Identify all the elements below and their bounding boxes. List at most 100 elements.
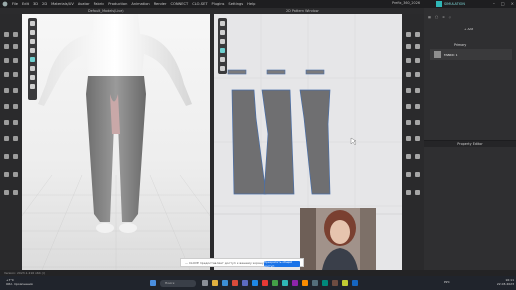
- tool-r-10-icon[interactable]: [415, 88, 420, 93]
- tool-r-20-icon[interactable]: [415, 172, 420, 177]
- close-icon[interactable]: ×: [511, 1, 514, 6]
- edge-icon[interactable]: [222, 280, 228, 286]
- app-icon-9[interactable]: [292, 280, 298, 286]
- file-explorer-icon[interactable]: [212, 280, 218, 286]
- clo3d-icon[interactable]: [282, 280, 288, 286]
- tool-r-19-icon[interactable]: [406, 172, 411, 177]
- tool-2d-polygon-icon[interactable]: [220, 39, 225, 44]
- tool-r-5-icon[interactable]: [406, 58, 411, 63]
- tool-r-9-icon[interactable]: [406, 88, 411, 93]
- 3d-garment-viewport[interactable]: [22, 14, 210, 270]
- tool-r-6-icon[interactable]: [415, 58, 420, 63]
- tool-trim-icon[interactable]: [13, 120, 18, 125]
- tool-button-icon[interactable]: [4, 88, 9, 93]
- tool-r-7-icon[interactable]: [406, 72, 411, 77]
- tool-3d-move-icon[interactable]: [30, 30, 35, 35]
- tool-snapshot-icon[interactable]: [13, 172, 18, 177]
- tool-r-11-icon[interactable]: [406, 104, 411, 109]
- tool-r-16-icon[interactable]: [415, 136, 420, 141]
- chrome-icon[interactable]: [232, 280, 238, 286]
- start-icon[interactable]: [150, 280, 156, 286]
- maximize-icon[interactable]: □: [501, 1, 505, 6]
- input-language[interactable]: РУС: [444, 280, 450, 284]
- excel-icon[interactable]: [272, 280, 278, 286]
- tool-2d-sew-icon[interactable]: [220, 66, 225, 71]
- tool-pin-icon[interactable]: [13, 44, 18, 49]
- add-fabric-button[interactable]: + Add: [464, 27, 473, 31]
- tool-r-22-icon[interactable]: [415, 190, 420, 195]
- tab-fabric-icon[interactable]: ▦: [428, 15, 431, 19]
- tool-3d-active-icon[interactable]: [30, 57, 35, 62]
- tool-sew-icon[interactable]: [4, 58, 9, 63]
- tool-zipper-icon[interactable]: [13, 88, 18, 93]
- tool-r-8-icon[interactable]: [415, 72, 420, 77]
- tool-move-icon[interactable]: [13, 32, 18, 37]
- menu-render[interactable]: Render: [154, 2, 167, 6]
- tool-2d-active-icon[interactable]: [220, 48, 225, 53]
- tab-button-icon[interactable]: ◯: [435, 15, 438, 19]
- menu-connect[interactable]: CONNECT: [170, 2, 188, 6]
- menu-help[interactable]: Help: [247, 2, 255, 6]
- tool-texture-icon[interactable]: [13, 72, 18, 77]
- colorway-primary-label[interactable]: Primary: [454, 43, 466, 47]
- tool-3d-pin-icon[interactable]: [30, 48, 35, 53]
- fabric-list-item[interactable]: FABRIC 1: [430, 49, 512, 60]
- tool-3d-texture-icon[interactable]: [30, 75, 35, 80]
- menu-fabric[interactable]: Fabric: [94, 2, 105, 6]
- tool-layer-icon[interactable]: [4, 190, 9, 195]
- tool-arrange-icon[interactable]: [13, 58, 18, 63]
- menu-3d[interactable]: 3D: [33, 2, 38, 6]
- tool-r-12-icon[interactable]: [415, 104, 420, 109]
- tool-r-3-icon[interactable]: [406, 44, 411, 49]
- tool-grid-icon[interactable]: [4, 154, 9, 159]
- tool-r-13-icon[interactable]: [406, 120, 411, 125]
- tool-avatar-icon[interactable]: [13, 104, 18, 109]
- tool-select-icon[interactable]: [4, 32, 9, 37]
- tool-brush-icon[interactable]: [4, 104, 9, 109]
- telegram-icon[interactable]: [252, 280, 258, 286]
- tool-tape-icon[interactable]: [4, 120, 9, 125]
- app-icon-10[interactable]: [302, 280, 308, 286]
- menu-plugins[interactable]: Plugins: [212, 2, 225, 6]
- tool-strength-icon[interactable]: [13, 190, 18, 195]
- menu-production[interactable]: Production: [108, 2, 127, 6]
- tool-2d-edit-point-icon[interactable]: [220, 30, 225, 35]
- tool-3d-fold-icon[interactable]: [30, 39, 35, 44]
- tool-3d-avatar-icon[interactable]: [30, 84, 35, 89]
- avatar-model[interactable]: [22, 14, 210, 270]
- tab-trim-icon[interactable]: ◇: [449, 15, 451, 19]
- tool-camera-icon[interactable]: [4, 136, 9, 141]
- simulation-indicator[interactable]: SIMULATION: [436, 1, 496, 8]
- tool-r-14-icon[interactable]: [415, 120, 420, 125]
- menu-materials[interactable]: Materials/UV: [51, 2, 74, 6]
- stop-sharing-button[interactable]: Прекратить общий доступ: [264, 260, 300, 268]
- tool-2d-transform-icon[interactable]: [220, 21, 225, 26]
- menu-settings[interactable]: Settings: [228, 2, 243, 6]
- tool-light-icon[interactable]: [13, 136, 18, 141]
- app-icon-11[interactable]: [312, 280, 318, 286]
- menu-animation[interactable]: Animation: [131, 2, 149, 6]
- yandex-icon[interactable]: [262, 280, 268, 286]
- tool-measure-icon[interactable]: [4, 72, 9, 77]
- tab-topstitch-icon[interactable]: ≋: [442, 15, 445, 19]
- tool-render-icon[interactable]: [4, 172, 9, 177]
- tool-2d-internal-line-icon[interactable]: [220, 57, 225, 62]
- tool-r-15-icon[interactable]: [406, 136, 411, 141]
- teams-icon[interactable]: [242, 280, 248, 286]
- menu-avatar[interactable]: Avatar: [78, 2, 90, 6]
- weather-widget[interactable]: +7°C Обл. прояснения: [6, 278, 33, 286]
- app-icon-13[interactable]: [332, 280, 338, 286]
- tool-fold-icon[interactable]: [4, 44, 9, 49]
- tool-r-21-icon[interactable]: [406, 190, 411, 195]
- tool-r-17-icon[interactable]: [406, 154, 411, 159]
- menu-2d[interactable]: 2D: [42, 2, 47, 6]
- app-icon-15[interactable]: [352, 280, 358, 286]
- app-icon-12[interactable]: [322, 280, 328, 286]
- tool-r-1-icon[interactable]: [406, 32, 411, 37]
- menu-file[interactable]: File: [12, 2, 18, 6]
- tool-3d-select-icon[interactable]: [30, 21, 35, 26]
- tool-view-icon[interactable]: [13, 154, 18, 159]
- clock[interactable]: 16:11 22.03.2023: [492, 278, 514, 286]
- taskbar-search[interactable]: Поиск: [160, 279, 196, 287]
- menu-clo-set[interactable]: CLO-SET: [192, 2, 207, 6]
